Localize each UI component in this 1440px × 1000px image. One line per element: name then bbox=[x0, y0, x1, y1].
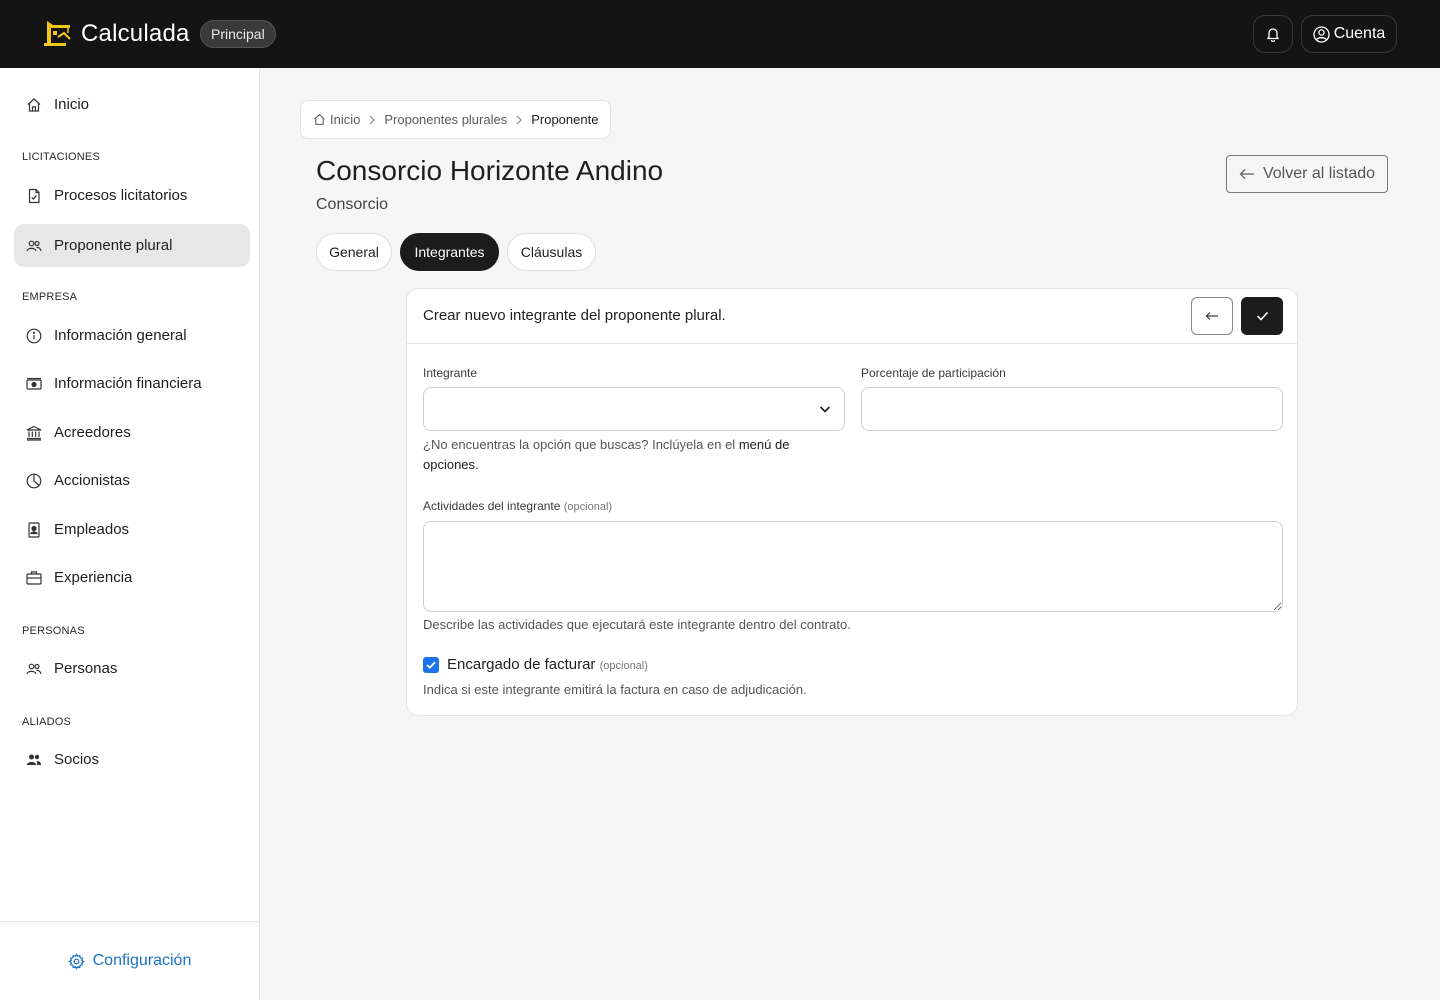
user-circle-icon bbox=[1313, 25, 1330, 43]
chevron-right-icon bbox=[515, 115, 523, 125]
account-button[interactable]: Cuenta bbox=[1301, 15, 1397, 53]
briefcase-icon bbox=[26, 570, 42, 586]
integrante-help-text: ¿No encuentras la opción que buscas? Inc… bbox=[423, 437, 736, 452]
sidebar-item-label: Accionistas bbox=[54, 472, 130, 489]
porcentaje-label: Porcentaje de participación bbox=[861, 366, 1006, 380]
porcentaje-input[interactable] bbox=[861, 387, 1283, 431]
sidebar-item-procesos-licitatorios[interactable]: Procesos licitatorios bbox=[14, 174, 250, 217]
optional-tag: (opcional) bbox=[599, 660, 648, 672]
app-name: Calculada bbox=[81, 20, 190, 47]
sidebar-item-label: Personas bbox=[54, 660, 118, 677]
facturar-checkbox[interactable] bbox=[423, 657, 439, 673]
sidebar-item-informacion-general[interactable]: Información general bbox=[14, 314, 250, 357]
sidebar-item-label: Acreedores bbox=[54, 424, 131, 441]
cancel-button[interactable] bbox=[1191, 297, 1233, 335]
tab-integrantes[interactable]: Integrantes bbox=[400, 233, 499, 271]
settings-link[interactable]: Configuración bbox=[0, 921, 259, 1000]
account-label: Cuenta bbox=[1333, 25, 1386, 42]
arrow-left-icon bbox=[1205, 312, 1218, 320]
sidebar-item-label: Procesos licitatorios bbox=[54, 187, 188, 204]
users-solid-icon bbox=[26, 752, 42, 768]
facturar-label[interactable]: Encargado de facturar (opcional) bbox=[447, 656, 648, 673]
notifications-button[interactable] bbox=[1253, 15, 1293, 53]
sidebar-item-experiencia[interactable]: Experiencia bbox=[14, 556, 250, 599]
sidebar-item-inicio[interactable]: Inicio bbox=[14, 83, 250, 126]
breadcrumb-item-proponentes-plurales[interactable]: Proponentes plurales bbox=[384, 112, 507, 127]
sidebar-item-label: Información general bbox=[54, 327, 187, 344]
settings-label: Configuración bbox=[92, 952, 192, 969]
integrante-label: Integrante bbox=[423, 366, 478, 380]
cash-icon bbox=[26, 376, 42, 392]
sidebar-item-label: Socios bbox=[54, 751, 100, 768]
optional-tag: (opcional) bbox=[563, 501, 613, 513]
arrow-left-icon bbox=[1239, 169, 1254, 179]
sidebar-item-label: Inicio bbox=[54, 96, 90, 113]
sidebar-item-accionistas[interactable]: Accionistas bbox=[14, 459, 250, 502]
tab-general[interactable]: General bbox=[316, 233, 392, 271]
sidebar: Inicio LICITACIONES Procesos licitatorio… bbox=[0, 68, 260, 1000]
check-icon bbox=[1256, 311, 1268, 321]
environment-badge: Principal bbox=[200, 20, 276, 48]
section-title-licitaciones: LICITACIONES bbox=[22, 151, 100, 163]
integrante-help: ¿No encuentras la opción que buscas? Inc… bbox=[423, 435, 833, 475]
pie-chart-icon bbox=[26, 473, 42, 489]
bell-icon bbox=[1266, 28, 1280, 42]
back-to-list-button[interactable]: Volver al listado bbox=[1226, 155, 1388, 193]
card-title: Crear nuevo integrante del proponente pl… bbox=[423, 307, 726, 324]
sidebar-item-personas[interactable]: Personas bbox=[14, 647, 250, 690]
page-title: Consorcio Horizonte Andino bbox=[316, 155, 664, 186]
sidebar-item-label: Proponente plural bbox=[54, 237, 173, 254]
actividades-label: Actividades del integrante (opcional) bbox=[423, 499, 612, 513]
home-icon bbox=[314, 113, 325, 125]
users-icon bbox=[26, 661, 42, 677]
facturar-help: Indica si este integrante emitirá la fac… bbox=[423, 682, 807, 697]
id-badge-icon bbox=[26, 521, 42, 538]
save-button[interactable] bbox=[1241, 297, 1283, 335]
top-bar: Calculada Principal Cuenta bbox=[0, 0, 1440, 68]
bank-icon bbox=[26, 425, 42, 441]
chevron-right-icon bbox=[368, 115, 376, 125]
brand[interactable]: Calculada bbox=[42, 20, 190, 48]
actividades-label-text: Actividades del integrante bbox=[423, 499, 561, 513]
info-icon bbox=[26, 328, 42, 344]
users-icon bbox=[26, 238, 42, 254]
sidebar-item-label: Información financiera bbox=[54, 375, 202, 392]
sidebar-item-empleados[interactable]: Empleados bbox=[14, 508, 250, 551]
sidebar-item-informacion-financiera[interactable]: Información financiera bbox=[14, 362, 250, 405]
sidebar-item-socios[interactable]: Socios bbox=[14, 738, 250, 781]
card-header: Crear nuevo integrante del proponente pl… bbox=[407, 289, 1297, 344]
crane-logo-icon bbox=[44, 21, 71, 46]
create-member-card: Crear nuevo integrante del proponente pl… bbox=[406, 288, 1298, 716]
tab-clausulas[interactable]: Cláusulas bbox=[507, 233, 596, 271]
back-to-list-label: Volver al listado bbox=[1262, 165, 1376, 182]
section-title-empresa: EMPRESA bbox=[22, 291, 78, 303]
document-check-icon bbox=[26, 188, 42, 204]
sidebar-item-proponente-plural[interactable]: Proponente plural bbox=[14, 224, 250, 267]
section-title-aliados: ALIADOS bbox=[22, 716, 72, 728]
actividades-textarea[interactable] bbox=[423, 521, 1283, 612]
breadcrumb-item-current: Proponente bbox=[531, 112, 599, 127]
check-icon bbox=[426, 661, 436, 669]
breadcrumb-item-inicio[interactable]: Inicio bbox=[330, 112, 360, 127]
home-icon bbox=[26, 97, 42, 113]
sidebar-item-acreedores[interactable]: Acreedores bbox=[14, 411, 250, 454]
breadcrumb: Inicio Proponentes plurales Proponente bbox=[300, 100, 612, 139]
integrante-select[interactable] bbox=[423, 387, 845, 431]
gear-icon bbox=[67, 952, 85, 970]
facturar-label-text: Encargado de facturar bbox=[447, 656, 596, 673]
section-title-personas: PERSONAS bbox=[22, 625, 85, 637]
actividades-help: Describe las actividades que ejecutará e… bbox=[423, 617, 851, 632]
page-subtitle: Consorcio bbox=[316, 196, 389, 213]
sidebar-item-label: Empleados bbox=[54, 521, 130, 538]
chevron-down-icon bbox=[819, 406, 831, 413]
sidebar-item-label: Experiencia bbox=[54, 569, 133, 586]
